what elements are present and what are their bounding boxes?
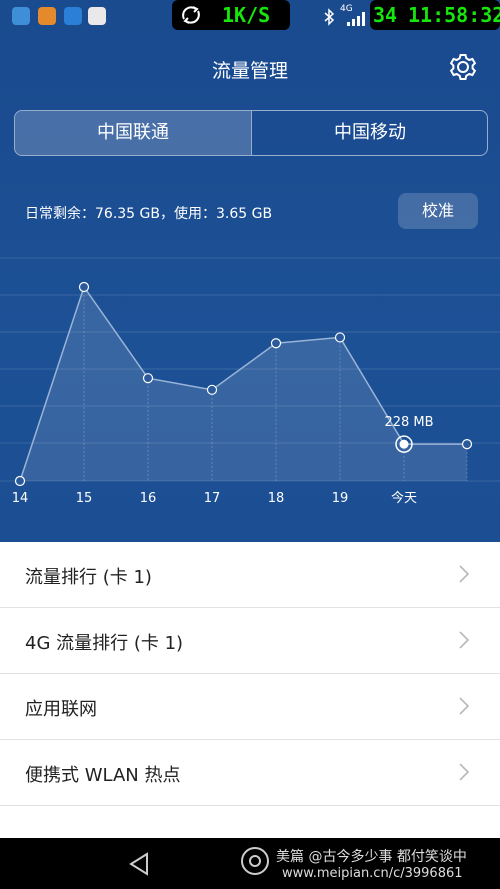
usage-summary: 日常剩余：76.35 GB，使用：3.65 GB — [25, 206, 273, 222]
list-item-label: 4G 流量排行 (卡 1) — [25, 633, 184, 654]
calibrate-button[interactable]: 校准 — [398, 193, 478, 229]
chart-point — [270, 338, 282, 349]
status-bar: 1K/S 4G 34 11:58:32 — [0, 0, 500, 34]
navigation-bar: 美篇 @古今多少事 都付笑谈中 www.meipian.cn/c/3996861 — [0, 838, 500, 889]
chart-point — [334, 332, 346, 343]
list-item-app-networking[interactable]: 应用联网 — [0, 674, 500, 740]
chart-point — [461, 439, 473, 450]
chevron-right-icon — [459, 631, 470, 649]
clock: 11:58:32 — [408, 3, 500, 27]
chart-highlight-point — [399, 439, 409, 449]
gallery-icon — [88, 7, 106, 25]
chart-point — [78, 281, 90, 293]
watermark-url: www.meipian.cn/c/3996861 — [282, 866, 463, 881]
carrier-tabs: 中国联通 中国移动 — [14, 110, 488, 156]
tab-china-mobile[interactable]: 中国移动 — [251, 111, 487, 155]
data-transfer-icon — [182, 6, 200, 24]
app-store-icon — [64, 7, 82, 25]
net-speed-text: 1K/S — [222, 3, 271, 27]
chart-data-label: 228 MB — [384, 415, 433, 430]
meipian-logo-icon — [241, 847, 269, 875]
list-item-4g-traffic-ranking[interactable]: 4G 流量排行 (卡 1) — [0, 608, 500, 674]
chevron-right-icon — [459, 697, 470, 715]
chart-x-tick-label: 16 — [140, 491, 157, 506]
watermark-title: 美篇 @古今多少事 都付笑谈中 — [276, 849, 467, 865]
list-item-wlan-hotspot[interactable]: 便携式 WLAN 热点 — [0, 740, 500, 806]
signal-icon — [347, 12, 365, 26]
chart-point — [142, 373, 154, 384]
chart-x-tick-label: 18 — [268, 491, 285, 506]
chart-x-tick-label: 14 — [12, 491, 29, 506]
bluetooth-icon — [324, 8, 335, 26]
chart-point — [14, 475, 26, 487]
battery-level: 34 — [373, 3, 398, 27]
browser-icon — [12, 7, 30, 25]
tab-china-unicom[interactable]: 中国联通 — [15, 111, 251, 155]
chart-area-fill — [20, 287, 467, 481]
chevron-right-icon — [459, 763, 470, 781]
daily-usage-chart: 228 MB 14 15 16 17 18 19 今天 — [0, 257, 500, 506]
chart-x-tick-label: 19 — [332, 491, 349, 506]
shopping-icon — [38, 7, 56, 25]
list-item-label: 流量排行 (卡 1) — [25, 567, 152, 588]
list-item-label: 便携式 WLAN 热点 — [25, 765, 181, 786]
chart-point — [206, 384, 218, 395]
list-item-label: 应用联网 — [25, 699, 97, 720]
gear-icon[interactable] — [449, 53, 477, 81]
chart-x-tick-label: 17 — [204, 491, 221, 506]
list-item-traffic-ranking[interactable]: 流量排行 (卡 1) — [0, 542, 500, 608]
chevron-right-icon — [459, 565, 470, 583]
settings-list: 流量排行 (卡 1) 4G 流量排行 (卡 1) 应用联网 便携式 WLAN 热… — [0, 542, 500, 806]
page-title: 流量管理 — [211, 60, 288, 82]
back-icon[interactable] — [128, 852, 150, 876]
chart-x-tick-label: 15 — [76, 491, 93, 506]
chart-x-tick-label: 今天 — [391, 490, 417, 506]
